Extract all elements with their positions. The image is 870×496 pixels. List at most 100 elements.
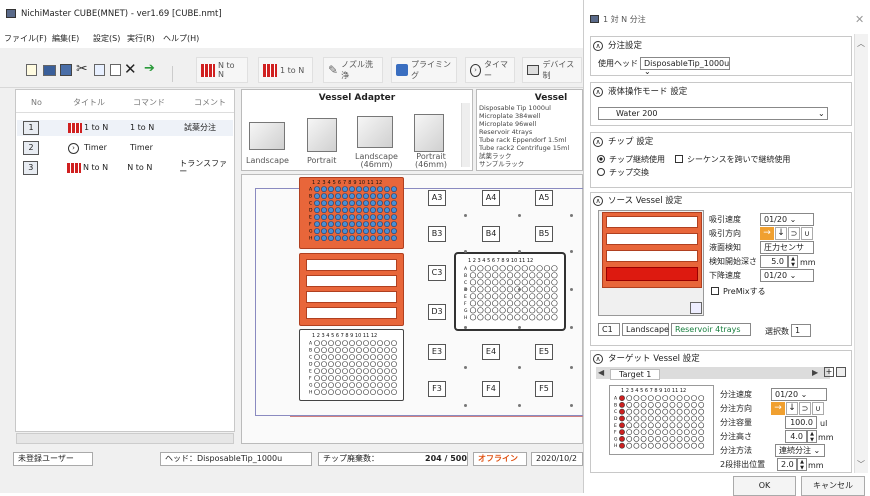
well[interactable] bbox=[342, 193, 348, 200]
scroll-down-icon[interactable]: ﹀ bbox=[857, 459, 865, 470]
well[interactable] bbox=[370, 207, 376, 213]
well[interactable] bbox=[514, 293, 521, 300]
well[interactable] bbox=[536, 286, 543, 293]
well[interactable] bbox=[662, 408, 669, 415]
well[interactable] bbox=[536, 279, 543, 286]
well[interactable] bbox=[536, 265, 543, 272]
well[interactable] bbox=[335, 361, 341, 367]
well[interactable] bbox=[655, 429, 661, 435]
well[interactable] bbox=[626, 395, 633, 401]
well[interactable] bbox=[342, 361, 348, 367]
well[interactable] bbox=[370, 235, 376, 241]
reservoir-tray-selected[interactable] bbox=[606, 267, 698, 281]
well[interactable] bbox=[356, 235, 362, 241]
well[interactable] bbox=[551, 314, 558, 321]
well[interactable] bbox=[321, 228, 327, 234]
well[interactable] bbox=[391, 340, 397, 346]
well[interactable] bbox=[529, 286, 536, 293]
well[interactable] bbox=[321, 354, 327, 360]
list-item[interactable]: Disposable Tip 1000ul bbox=[479, 104, 583, 112]
well[interactable] bbox=[377, 207, 383, 213]
menu-file[interactable]: ファイル(F) bbox=[4, 35, 47, 43]
well[interactable] bbox=[370, 193, 376, 200]
well[interactable] bbox=[691, 401, 697, 408]
well[interactable] bbox=[551, 300, 558, 307]
list-item[interactable]: Reservoir 4trays bbox=[479, 128, 583, 136]
well[interactable] bbox=[499, 286, 506, 293]
head-select[interactable]: DisposableTip_1000u ⌄ bbox=[640, 57, 730, 76]
well[interactable] bbox=[321, 193, 327, 200]
well[interactable] bbox=[314, 354, 320, 360]
well[interactable] bbox=[662, 415, 669, 422]
well[interactable] bbox=[349, 382, 355, 388]
dispense-speed-select[interactable]: 01/20 ⌄ bbox=[771, 388, 827, 401]
well[interactable] bbox=[356, 186, 362, 192]
well[interactable] bbox=[669, 415, 676, 422]
well[interactable] bbox=[698, 401, 705, 408]
volume-input[interactable]: 100.0 bbox=[785, 416, 817, 429]
well[interactable] bbox=[328, 200, 334, 206]
well[interactable] bbox=[655, 422, 661, 429]
well[interactable] bbox=[633, 429, 640, 435]
descend-speed-select[interactable]: 01/20 ⌄ bbox=[760, 269, 814, 282]
well[interactable] bbox=[698, 442, 705, 449]
well[interactable] bbox=[633, 442, 640, 449]
well[interactable] bbox=[384, 368, 390, 374]
well[interactable] bbox=[370, 375, 376, 381]
well[interactable] bbox=[640, 415, 647, 422]
well[interactable] bbox=[321, 389, 327, 395]
well[interactable] bbox=[683, 422, 690, 429]
well[interactable] bbox=[543, 279, 551, 286]
well[interactable] bbox=[655, 415, 661, 422]
adapter-scrollbar[interactable] bbox=[461, 103, 470, 167]
well[interactable] bbox=[377, 340, 383, 346]
timer-button[interactable]: › タイマー bbox=[465, 57, 515, 83]
well[interactable] bbox=[356, 200, 362, 206]
well[interactable] bbox=[529, 279, 536, 286]
well[interactable] bbox=[521, 272, 528, 279]
deck-slot-b3[interactable]: B3 bbox=[428, 226, 446, 242]
well[interactable] bbox=[484, 300, 491, 307]
well[interactable] bbox=[669, 442, 676, 449]
well[interactable] bbox=[321, 375, 327, 381]
well[interactable] bbox=[335, 228, 341, 234]
well[interactable] bbox=[551, 272, 558, 279]
open-folder-icon[interactable] bbox=[43, 65, 56, 76]
well[interactable] bbox=[328, 214, 334, 220]
well[interactable] bbox=[342, 186, 348, 192]
one-to-n-button[interactable]: 1 to N bbox=[258, 57, 313, 83]
well[interactable] bbox=[469, 265, 477, 272]
well[interactable] bbox=[626, 408, 633, 415]
tab-prev-icon[interactable]: ◀ bbox=[598, 368, 604, 377]
dialog-scrollbar[interactable] bbox=[854, 34, 868, 473]
well[interactable] bbox=[543, 307, 551, 314]
well[interactable] bbox=[314, 221, 320, 227]
well[interactable] bbox=[492, 279, 499, 286]
well[interactable] bbox=[492, 265, 499, 272]
well[interactable] bbox=[356, 193, 362, 200]
well[interactable] bbox=[363, 368, 369, 374]
well[interactable] bbox=[314, 228, 320, 234]
deck-slot-f4[interactable]: F4 bbox=[482, 381, 500, 397]
well[interactable] bbox=[655, 408, 661, 415]
well[interactable] bbox=[536, 272, 543, 279]
height-input[interactable]: 4.0 bbox=[785, 430, 807, 443]
well[interactable] bbox=[349, 186, 355, 192]
well[interactable] bbox=[492, 293, 499, 300]
well[interactable] bbox=[328, 361, 334, 367]
nozzle-wash-button[interactable]: ✎ ノズル洗浄 bbox=[323, 57, 383, 83]
spinner-icon[interactable]: ▲ ▼ bbox=[797, 458, 807, 471]
well[interactable] bbox=[391, 214, 397, 220]
well[interactable] bbox=[391, 382, 397, 388]
well[interactable] bbox=[514, 307, 521, 314]
radio-tip-exchange[interactable] bbox=[597, 168, 605, 176]
well[interactable] bbox=[640, 442, 647, 449]
well[interactable] bbox=[492, 300, 499, 307]
well[interactable] bbox=[506, 265, 514, 272]
well[interactable] bbox=[363, 200, 369, 206]
well[interactable] bbox=[328, 235, 334, 241]
well[interactable] bbox=[484, 293, 491, 300]
well[interactable] bbox=[626, 429, 633, 435]
well[interactable] bbox=[335, 375, 341, 381]
deck-slot-a3[interactable]: A3 bbox=[428, 190, 446, 206]
